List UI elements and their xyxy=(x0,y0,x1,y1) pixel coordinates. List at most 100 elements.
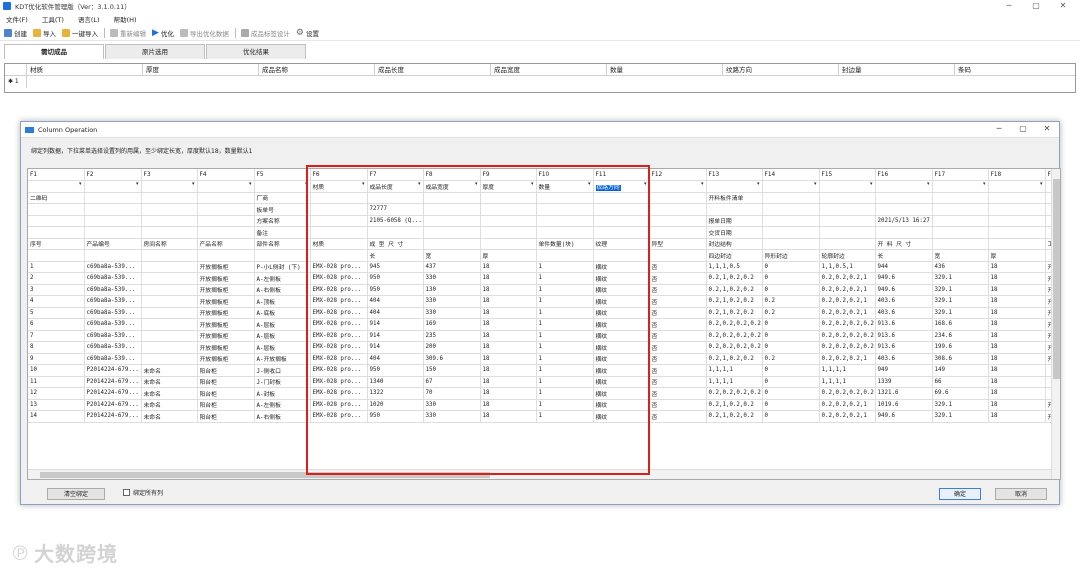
import-button[interactable]: 导入 xyxy=(33,28,56,38)
table-cell: 否 xyxy=(649,364,707,377)
table-cell xyxy=(197,249,255,262)
minimize-icon[interactable]: ─ xyxy=(998,0,1020,12)
column-binding-select[interactable]: ▾ xyxy=(932,180,989,193)
ok-button[interactable]: 确定 xyxy=(939,488,981,500)
table-cell: 开放搁板柜 xyxy=(197,330,255,342)
menu-language[interactable]: 语言(L) xyxy=(78,14,100,24)
table-cell: P2014224-679... xyxy=(84,364,142,377)
dialog-minimize-icon[interactable]: ─ xyxy=(989,124,1009,133)
col-header[interactable]: 厚度 xyxy=(143,64,259,75)
products-grid[interactable]: 材质 厚度 成品名称 成品长度 成品宽度 数量 纹路方向 封边量 条码 ✱ 1 xyxy=(4,63,1076,93)
table-cell: J-侧收口 xyxy=(254,364,311,377)
table-cell: 6 xyxy=(28,318,85,331)
table-cell: 18 xyxy=(988,376,1046,388)
table-cell: 7 xyxy=(28,330,85,342)
table-cell: 长 xyxy=(875,249,933,262)
column-id: F3 xyxy=(141,169,198,181)
column-binding-select[interactable]: ▾ xyxy=(988,180,1046,193)
table-cell xyxy=(254,249,311,262)
col-header[interactable]: 条码 xyxy=(955,64,1075,75)
table-cell: P2014224-679... xyxy=(84,387,142,400)
col-header[interactable]: 成品宽度 xyxy=(491,64,607,75)
table-cell: 否 xyxy=(649,353,707,365)
cancel-button[interactable]: 取消 xyxy=(995,488,1047,500)
column-binding-select[interactable]: ▾ xyxy=(254,180,311,193)
col-header[interactable]: 材质 xyxy=(27,64,143,75)
table-cell: A-封板 xyxy=(254,387,311,400)
col-header[interactable]: 成品长度 xyxy=(375,64,491,75)
menu-file[interactable]: 文件(F) xyxy=(6,14,28,24)
grid-header-row: 材质 厚度 成品名称 成品长度 成品宽度 数量 纹路方向 封边量 条码 xyxy=(5,64,1075,76)
tab-results[interactable]: 优化结果 xyxy=(206,44,306,59)
table-cell: 4 xyxy=(28,295,85,308)
optimize-button[interactable]: ▶ 优化 xyxy=(152,28,174,38)
new-button[interactable]: 创建 xyxy=(4,28,27,38)
vertical-scrollbar[interactable] xyxy=(1051,169,1060,479)
table-cell: 1,1,1,1 xyxy=(706,376,763,388)
oneclick-import-button[interactable]: 一键导入 xyxy=(62,28,98,38)
chevron-down-icon[interactable]: ▾ xyxy=(1040,181,1043,187)
column-binding-select[interactable]: ▾ xyxy=(649,180,707,193)
checkbox-icon[interactable] xyxy=(123,489,130,496)
chevron-down-icon[interactable]: ▾ xyxy=(814,181,817,187)
clear-binding-button[interactable]: 清空绑定 xyxy=(47,488,105,500)
table-cell: 0 xyxy=(762,284,820,296)
chevron-down-icon[interactable]: ▾ xyxy=(136,181,139,187)
tab-products[interactable]: 需切成品 xyxy=(4,44,104,59)
table-cell: 0 xyxy=(762,399,820,411)
table-cell: 0.2,1,0.2,0.2 xyxy=(706,399,763,411)
menu-tools[interactable]: 工具(T) xyxy=(42,14,64,24)
table-cell xyxy=(932,203,989,216)
label-design-button[interactable]: 成品标签设计 xyxy=(240,28,290,38)
chevron-down-icon[interactable]: ▾ xyxy=(870,181,873,187)
column-id: F12 xyxy=(649,169,707,181)
column-binding-select[interactable]: ▾ xyxy=(706,180,763,193)
table-cell: 0.2,0.2,0.2,0.2 xyxy=(706,387,763,400)
table-cell: 913.6 xyxy=(875,318,933,331)
column-binding-select[interactable]: ▾ xyxy=(141,180,198,193)
folder-icon xyxy=(33,28,41,37)
table-cell: 二维码 xyxy=(28,192,85,204)
chevron-down-icon[interactable]: ▾ xyxy=(983,181,986,187)
column-binding-select[interactable]: ▾ xyxy=(819,180,876,193)
toolbar-separator xyxy=(104,27,105,38)
vertical-scroll-thumb[interactable] xyxy=(1053,179,1060,379)
new-row[interactable]: ✱ 1 xyxy=(5,76,1075,88)
table-cell: 交货日期 xyxy=(706,226,763,239)
chevron-down-icon[interactable]: ▾ xyxy=(249,181,252,187)
export-button[interactable]: 导出优化数据 xyxy=(179,28,229,38)
table-cell: 0.2,1,0.2,0.2 xyxy=(706,307,763,319)
column-binding-select[interactable]: ▾ xyxy=(875,180,933,193)
maximize-icon[interactable]: ▢ xyxy=(1025,0,1047,12)
table-cell: 0.2,0.2,0.2,1 xyxy=(819,284,876,296)
chevron-down-icon[interactable]: ▾ xyxy=(192,181,195,187)
table-cell: 1019.6 xyxy=(875,399,933,411)
column-binding-select[interactable]: ▾ xyxy=(762,180,820,193)
column-binding-select[interactable]: ▾ xyxy=(28,180,85,193)
dialog-close-icon[interactable]: ✕ xyxy=(1037,124,1057,133)
reedit-button[interactable]: 重新编辑 xyxy=(110,28,146,38)
menu-help[interactable]: 帮助(H) xyxy=(114,14,137,24)
bind-all-checkbox[interactable]: 绑定所有列 xyxy=(123,488,163,497)
table-cell: 未命名 xyxy=(141,410,198,423)
table-cell: 18 xyxy=(988,330,1046,342)
column-binding-select[interactable]: ▾ xyxy=(197,180,255,193)
col-header[interactable]: 封边量 xyxy=(839,64,955,75)
col-header[interactable]: 成品名称 xyxy=(259,64,375,75)
chevron-down-icon[interactable]: ▾ xyxy=(927,181,930,187)
chevron-down-icon[interactable]: ▾ xyxy=(701,181,704,187)
table-cell: P2014224-679... xyxy=(84,410,142,423)
col-header[interactable]: 纹路方向 xyxy=(723,64,839,75)
settings-button[interactable]: ⚙ 设置 xyxy=(296,28,319,38)
chevron-down-icon[interactable]: ▾ xyxy=(79,181,82,187)
table-cell xyxy=(932,226,989,239)
col-header[interactable]: 数量 xyxy=(607,64,723,75)
table-cell xyxy=(141,353,198,365)
dialog-maximize-icon[interactable]: ▢ xyxy=(1013,124,1033,133)
chevron-down-icon[interactable]: ▾ xyxy=(757,181,760,187)
tab-sheets[interactable]: 原片选用 xyxy=(105,44,205,59)
column-binding-select[interactable]: ▾ xyxy=(84,180,142,193)
close-icon[interactable]: ✕ xyxy=(1052,0,1074,12)
table-cell: 1339 xyxy=(875,376,933,388)
table-cell xyxy=(84,226,142,239)
